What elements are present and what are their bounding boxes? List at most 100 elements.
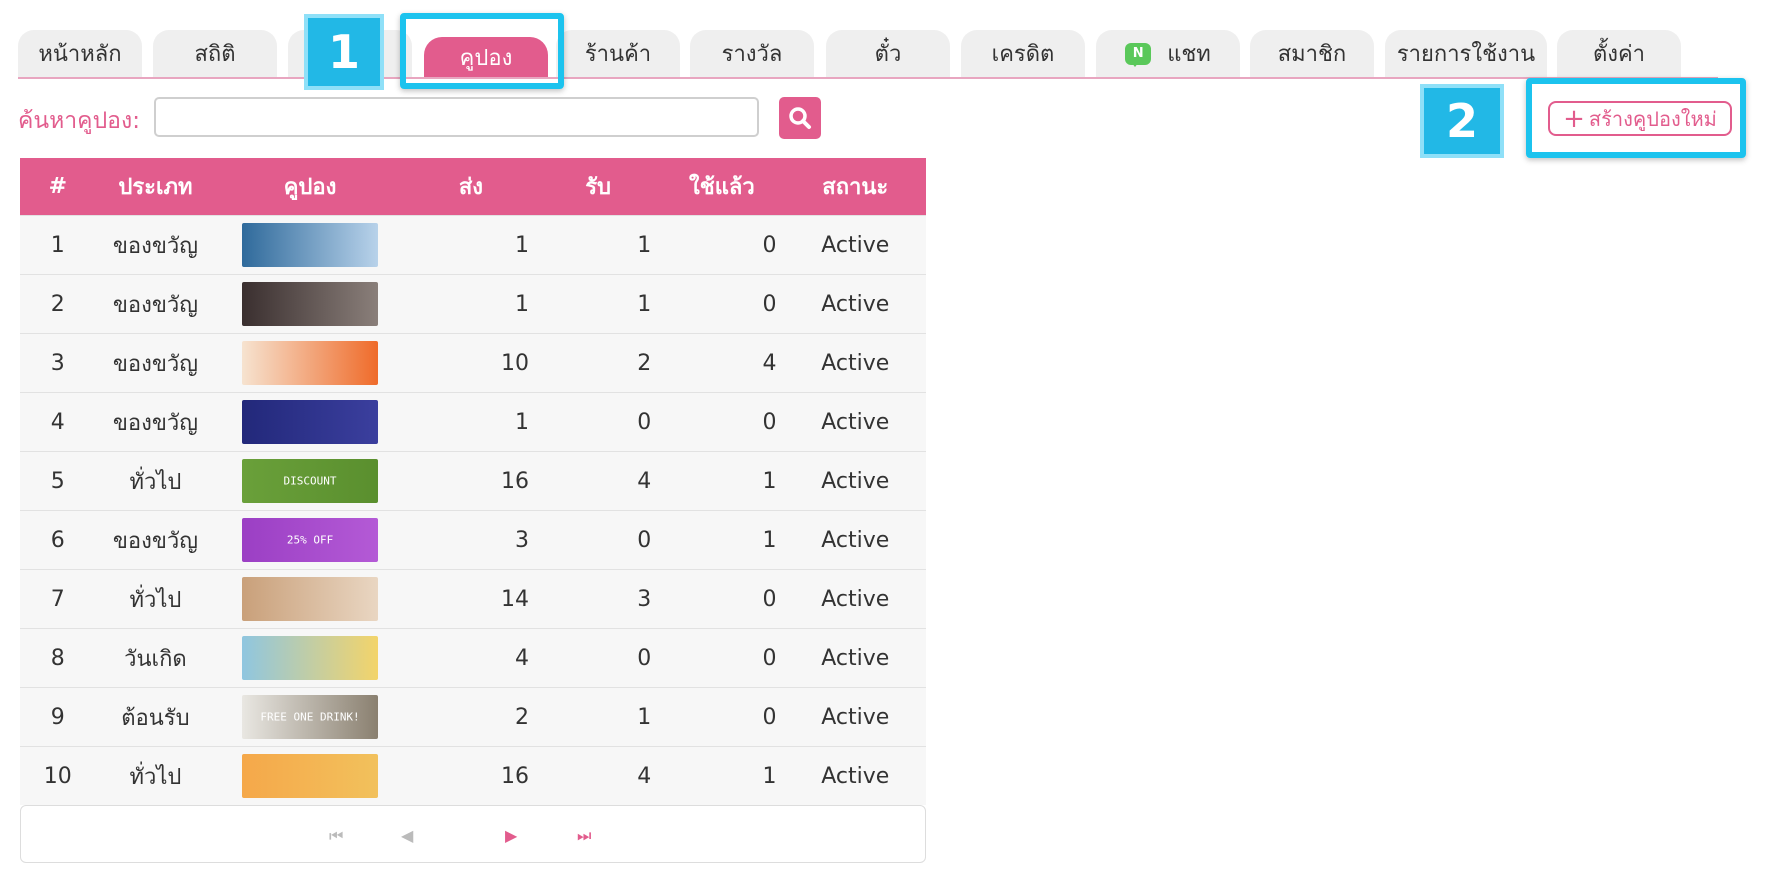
- tab-label: รายการใช้งาน: [1396, 42, 1536, 67]
- table-row[interactable]: 3 ของขวัญ 10 2 4 Active: [20, 333, 926, 393]
- tab-10[interactable]: สมาชิก: [1250, 30, 1374, 77]
- header-sent: ส่ง: [404, 158, 538, 216]
- status-text: Active: [784, 451, 926, 511]
- row-number: 5: [20, 451, 96, 511]
- coupon-thumbnail[interactable]: [242, 754, 379, 798]
- tab-label: ตั๋ว: [874, 42, 902, 67]
- received-count: 1: [537, 687, 660, 747]
- sent-count: 16: [404, 746, 538, 805]
- table-row[interactable]: 5 ทั่วไป DISCOUNT 16 4 1 Active: [20, 451, 926, 511]
- coupon-thumbnail[interactable]: FREE ONE DRINK!: [242, 695, 379, 739]
- table-row[interactable]: 4 ของขวัญ 1 0 0 Active: [20, 392, 926, 452]
- table-row[interactable]: 2 ของขวัญ 1 1 0 Active: [20, 274, 926, 334]
- coupon-thumbnail-cell: [215, 569, 405, 629]
- table-row[interactable]: 6 ของขวัญ 25% OFF 3 0 1 Active: [20, 510, 926, 570]
- status-text: Active: [784, 333, 926, 393]
- next-page-icon[interactable]: ▶: [505, 826, 517, 845]
- used-count: 1: [659, 451, 785, 511]
- used-count: 1: [659, 510, 785, 570]
- received-count: 1: [537, 274, 660, 334]
- used-count: 0: [659, 569, 785, 629]
- status-text: Active: [784, 215, 926, 275]
- coupon-thumbnail-cell: [215, 274, 405, 334]
- last-page-icon[interactable]: ⏭: [577, 826, 591, 846]
- plus-icon: +: [1563, 103, 1585, 134]
- sent-count: 16: [404, 451, 538, 511]
- search-icon: [789, 107, 811, 129]
- coupon-thumbnail-cell: [215, 333, 405, 393]
- coupon-type: ของขวัญ: [95, 510, 216, 570]
- coupon-thumbnail-text: 25% OFF: [286, 533, 334, 547]
- received-count: 4: [537, 746, 660, 805]
- callout-number-2: 2: [1420, 84, 1504, 158]
- header-number: #: [20, 158, 96, 216]
- used-count: 0: [659, 392, 785, 452]
- create-coupon-button[interactable]: + สร้างคูปองใหม่: [1548, 101, 1732, 136]
- used-count: 0: [659, 274, 785, 334]
- tab-underline: [18, 77, 1718, 79]
- sent-count: 4: [404, 628, 538, 688]
- coupon-thumbnail[interactable]: [242, 223, 379, 267]
- coupon-thumbnail-cell: [215, 215, 405, 275]
- coupon-thumbnail-cell: 25% OFF: [215, 510, 405, 570]
- tab-6[interactable]: รางวัล: [690, 30, 814, 77]
- coupon-type: ของขวัญ: [95, 215, 216, 275]
- sent-count: 3: [404, 510, 538, 570]
- tab-7[interactable]: ตั๋ว: [826, 30, 950, 77]
- tab-2[interactable]: สถิติ: [153, 30, 277, 77]
- first-page-icon[interactable]: ⏮: [329, 826, 343, 846]
- coupon-thumbnail-cell: [215, 628, 405, 688]
- table-row[interactable]: 7 ทั่วไป 14 3 0 Active: [20, 569, 926, 629]
- row-number: 9: [20, 687, 96, 747]
- coupon-search-input[interactable]: [154, 97, 759, 137]
- tab-label: สมาชิก: [1277, 42, 1347, 67]
- status-text: Active: [784, 510, 926, 570]
- table-row[interactable]: 8 วันเกิด 4 0 0 Active: [20, 628, 926, 688]
- table-header-row: # ประเภท คูปอง ส่ง รับ ใช้แล้ว สถานะ: [20, 158, 926, 216]
- callout-highlight-coupon-tab: [400, 13, 564, 89]
- received-count: 0: [537, 510, 660, 570]
- table-row[interactable]: 10 ทั่วไป 16 4 1 Active: [20, 746, 926, 805]
- coupon-thumbnail[interactable]: [242, 636, 379, 680]
- tab-1[interactable]: หน้าหลัก: [18, 30, 142, 77]
- tab-label: ตั้งค่า: [1592, 42, 1646, 67]
- tab-5[interactable]: ร้านค้า: [556, 30, 680, 77]
- tab-8[interactable]: เครดิต: [961, 30, 1085, 77]
- coupon-thumbnail[interactable]: [242, 400, 379, 444]
- row-number: 4: [20, 392, 96, 452]
- received-count: 4: [537, 451, 660, 511]
- status-text: Active: [784, 746, 926, 805]
- coupon-thumbnail-cell: [215, 746, 405, 805]
- table-row[interactable]: 9 ต้อนรับ FREE ONE DRINK! 2 1 0 Active: [20, 687, 926, 747]
- coupon-type: ต้อนรับ: [95, 687, 216, 747]
- sent-count: 2: [404, 687, 538, 747]
- coupon-type: วันเกิด: [95, 628, 216, 688]
- table-row[interactable]: 1 ของขวัญ 1 1 0 Active: [20, 215, 926, 275]
- status-text: Active: [784, 687, 926, 747]
- received-count: 0: [537, 392, 660, 452]
- coupon-thumbnail[interactable]: [242, 282, 379, 326]
- tab-label: หน้าหลัก: [38, 42, 122, 67]
- tab-9[interactable]: N แชท: [1096, 30, 1240, 77]
- coupon-thumbnail[interactable]: 25% OFF: [242, 518, 379, 562]
- coupon-thumbnail[interactable]: [242, 341, 379, 385]
- coupon-thumbnail[interactable]: [242, 577, 379, 621]
- coupon-thumbnail[interactable]: DISCOUNT: [242, 459, 379, 503]
- used-count: 0: [659, 628, 785, 688]
- received-count: 0: [537, 628, 660, 688]
- prev-page-icon[interactable]: ◀: [401, 826, 413, 845]
- tab-11[interactable]: รายการใช้งาน: [1385, 30, 1547, 77]
- coupon-type: ทั่วไป: [95, 569, 216, 629]
- sent-count: 14: [404, 569, 538, 629]
- create-coupon-label: สร้างคูปองใหม่: [1588, 106, 1717, 131]
- coupon-table-body: 1 ของขวัญ 1 1 0 Active 2 ของขวัญ 1 1 0 Active 3 ของขว…: [20, 215, 926, 805]
- search-button[interactable]: [779, 97, 821, 139]
- header-coupon: คูปอง: [215, 158, 405, 216]
- sent-count: 1: [404, 215, 538, 275]
- callout-number-1: 1: [304, 14, 384, 90]
- coupon-thumbnail-text: DISCOUNT: [283, 474, 337, 488]
- coupon-thumbnail-cell: DISCOUNT: [215, 451, 405, 511]
- tab-12[interactable]: ตั้งค่า: [1557, 30, 1681, 77]
- sent-count: 1: [404, 392, 538, 452]
- received-count: 2: [537, 333, 660, 393]
